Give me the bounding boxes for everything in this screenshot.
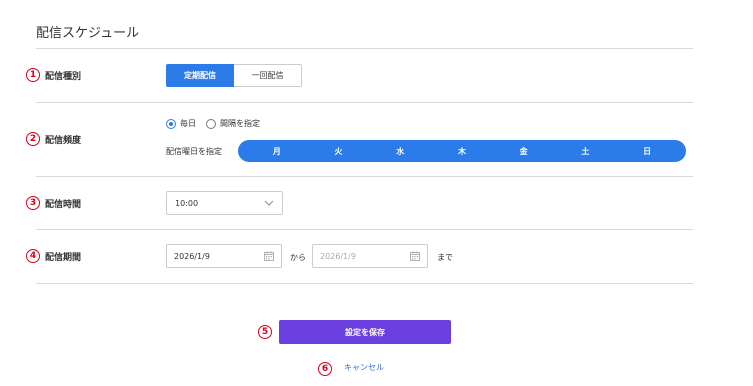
day-button-sun[interactable]: 日 (632, 146, 662, 157)
frequency-radio-group: 毎日 間隔を指定 (166, 118, 260, 129)
step-number-marker: 3 (26, 196, 40, 210)
radio-unchecked-icon[interactable] (206, 118, 216, 129)
calendar-icon[interactable] (264, 251, 274, 261)
start-date-value: 2026/1/9 (174, 251, 210, 261)
page-title: 配信スケジュール (36, 26, 140, 41)
divider (36, 176, 693, 177)
delivery-type-once-button[interactable]: 一回配信 (234, 64, 302, 87)
step-number-marker: 1 (26, 68, 40, 82)
start-date-input[interactable]: 2026/1/9 (166, 244, 282, 268)
cancel-link[interactable]: キャンセル (344, 362, 384, 373)
radio-checked-icon[interactable] (166, 118, 176, 129)
radio-label: 毎日 (180, 119, 196, 128)
field-label: 配信頻度 (45, 135, 82, 146)
time-select-value: 10:00 (175, 198, 199, 208)
row-label-frequency: 2 配信頻度 (26, 132, 81, 146)
end-date-placeholder: 2026/1/9 (320, 251, 356, 261)
day-button-thu[interactable]: 木 (447, 146, 477, 157)
row-label-delivery-type: 1 配信種別 (26, 68, 81, 82)
day-button-wed[interactable]: 水 (385, 146, 415, 157)
divider (36, 283, 693, 284)
day-of-week-selector: 月 火 水 木 金 土 日 (238, 140, 686, 162)
step-number-marker: 4 (26, 249, 40, 263)
until-text: まで (437, 253, 453, 262)
calendar-icon[interactable] (410, 251, 420, 261)
field-label: 配信期間 (45, 252, 82, 263)
radio-daily[interactable]: 毎日 (166, 118, 196, 129)
divider (36, 102, 693, 103)
day-button-mon[interactable]: 月 (262, 146, 292, 157)
day-button-tue[interactable]: 火 (324, 146, 354, 157)
from-text: から (290, 253, 306, 262)
day-button-sat[interactable]: 土 (570, 146, 600, 157)
step-number-marker: 5 (258, 325, 272, 339)
step-number-marker: 6 (318, 362, 332, 376)
divider (36, 48, 693, 49)
field-label: 配信種別 (45, 71, 82, 82)
row-label-period: 4 配信期間 (26, 249, 81, 263)
radio-interval[interactable]: 間隔を指定 (206, 118, 260, 129)
time-select[interactable]: 10:00 (166, 191, 283, 215)
row-label-time: 3 配信時間 (26, 196, 81, 210)
field-label: 配信時間 (45, 199, 82, 210)
delivery-type-recurring-button[interactable]: 定期配信 (166, 64, 234, 87)
end-date-input[interactable]: 2026/1/9 (312, 244, 428, 268)
radio-label: 間隔を指定 (220, 119, 260, 128)
step-number-marker: 2 (26, 132, 40, 146)
delivery-type-toggle: 定期配信 一回配信 (166, 64, 302, 87)
save-settings-button[interactable]: 設定を保存 (279, 320, 451, 344)
day-button-fri[interactable]: 金 (509, 146, 539, 157)
chevron-down-icon (264, 200, 274, 206)
day-of-week-label: 配信曜日を指定 (166, 147, 222, 156)
divider (36, 229, 693, 230)
